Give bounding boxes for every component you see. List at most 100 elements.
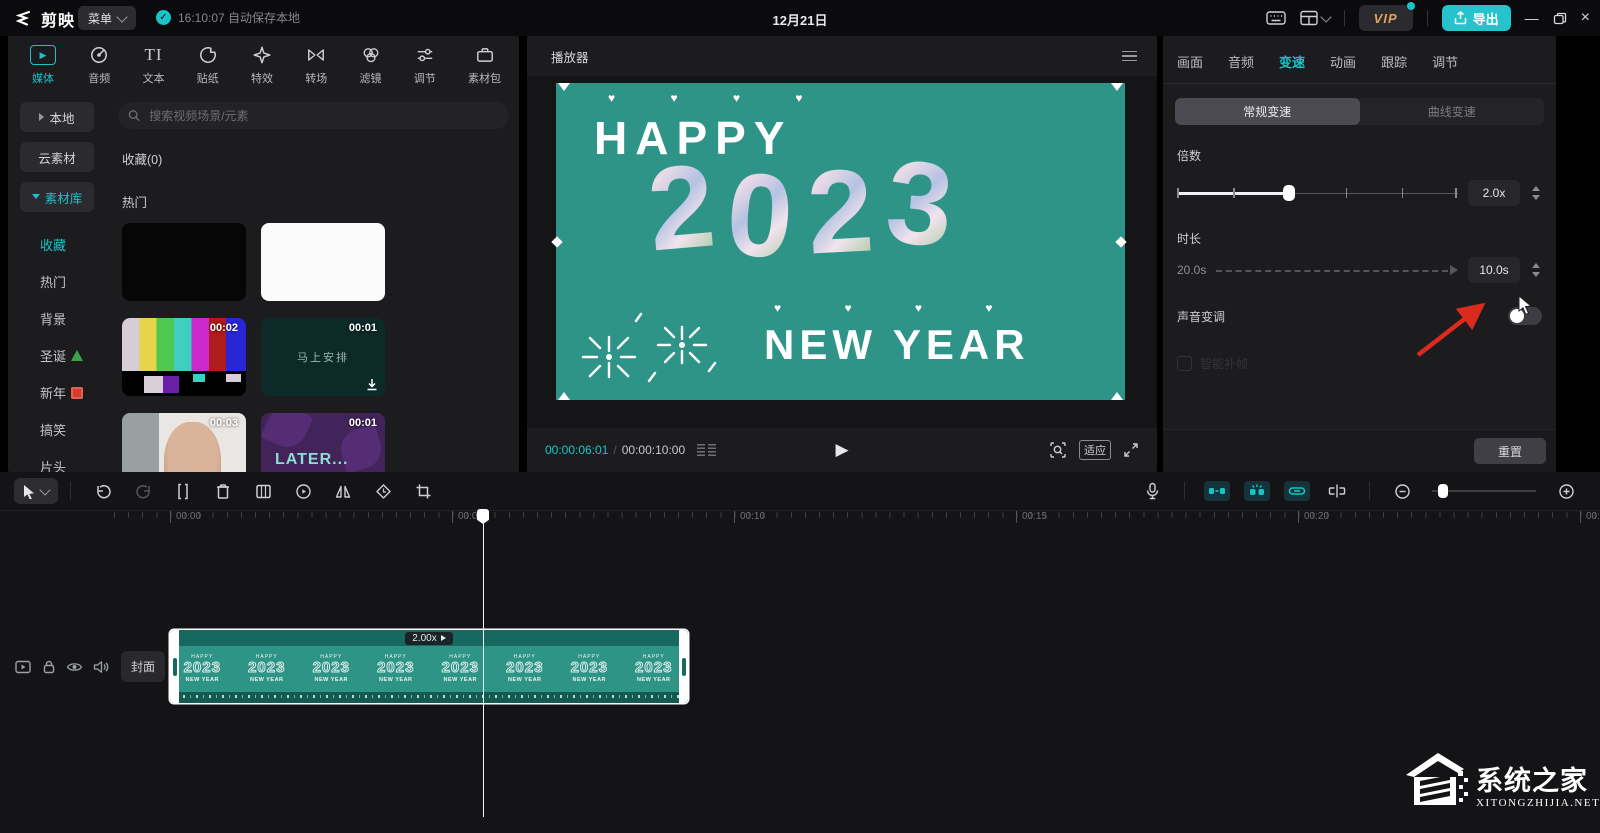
- watermark-logo-icon: [1398, 747, 1470, 809]
- preview-text-newyear: NEW YEAR: [764, 321, 1030, 369]
- restore-window-button[interactable]: [1553, 12, 1567, 25]
- menu-button[interactable]: 菜单: [78, 6, 136, 30]
- tab-text[interactable]: TI 文本: [143, 44, 165, 86]
- download-icon[interactable]: [366, 378, 378, 391]
- duration-label: 时长: [1177, 230, 1556, 247]
- timeline-zoom-slider[interactable]: [1432, 484, 1536, 498]
- player-menu-icon[interactable]: [1122, 51, 1137, 62]
- tab-filters[interactable]: 滤镜: [360, 44, 382, 86]
- speed-stepper[interactable]: [1530, 186, 1542, 200]
- speed-value[interactable]: 2.0x: [1468, 180, 1520, 206]
- tab-sticker[interactable]: 贴纸: [197, 44, 219, 86]
- zoom-out-icon[interactable]: [1393, 482, 1411, 500]
- cover-button[interactable]: 封面: [121, 651, 165, 682]
- mute-track-icon[interactable]: [92, 658, 109, 675]
- tab-animation[interactable]: 动画: [1330, 52, 1356, 71]
- speed-slider[interactable]: [1177, 185, 1458, 201]
- sidebar-item-background[interactable]: 背景: [8, 300, 112, 337]
- zoom-slider-handle[interactable]: [1438, 484, 1448, 498]
- sidebar-item-local[interactable]: 本地: [20, 102, 94, 132]
- sidebar-item-intro[interactable]: 片头: [8, 448, 112, 472]
- material-thumbnail-schedule[interactable]: 马上安排 00:01: [261, 318, 385, 396]
- minimize-button[interactable]: —: [1525, 10, 1539, 26]
- material-thumbnail-face[interactable]: 00:03: [122, 413, 246, 472]
- clip-trim-handle-left[interactable]: [170, 630, 179, 703]
- search-bar[interactable]: [118, 102, 509, 129]
- tab-effects[interactable]: 特效: [251, 44, 273, 86]
- delete-button[interactable]: [214, 482, 232, 500]
- search-input[interactable]: [147, 108, 499, 124]
- freeze-frame-button[interactable]: [254, 482, 272, 500]
- selection-handle[interactable]: [558, 83, 570, 91]
- link-preview-toggle[interactable]: [1284, 481, 1310, 501]
- tab-speed[interactable]: 变速: [1279, 52, 1305, 71]
- close-button[interactable]: ×: [1581, 9, 1590, 27]
- preview-axis-toggle[interactable]: [1328, 482, 1346, 500]
- timeline-ruler[interactable]: [114, 512, 1600, 518]
- crop-button[interactable]: [414, 482, 432, 500]
- zoom-in-icon[interactable]: [1557, 482, 1575, 500]
- tab-transition[interactable]: 转场: [305, 44, 327, 86]
- tab-audio[interactable]: 音频: [88, 44, 110, 86]
- hide-track-icon[interactable]: [66, 658, 83, 675]
- reverse-button[interactable]: [294, 482, 312, 500]
- tab-audio-settings[interactable]: 音频: [1228, 52, 1254, 71]
- clip-trim-handle-right[interactable]: [679, 630, 688, 703]
- lock-track-icon[interactable]: [40, 658, 57, 675]
- sidebar-item-hot[interactable]: 热门: [8, 263, 112, 300]
- sidebar-item-christmas[interactable]: 圣诞: [8, 337, 112, 374]
- auto-snap-toggle[interactable]: [1244, 481, 1270, 501]
- speed-slider-handle[interactable]: [1283, 185, 1295, 201]
- normal-speed-segment[interactable]: 常规变速: [1175, 98, 1360, 125]
- material-thumbnail-white[interactable]: [261, 223, 385, 301]
- sidebar-item-newyear[interactable]: 新年: [8, 374, 112, 411]
- split-button[interactable]: [174, 482, 192, 500]
- chevron-down-icon: [1320, 11, 1331, 22]
- video-clip[interactable]: 2.00x HAPPY2023NEW YEAR HAPPY2023NEW YEA…: [170, 630, 688, 703]
- magnetic-snap-toggle[interactable]: [1204, 481, 1230, 501]
- redo-button[interactable]: [134, 482, 152, 500]
- material-thumbnail-black[interactable]: [122, 223, 246, 301]
- tab-media[interactable]: ▶ 媒体: [30, 44, 56, 86]
- rotate-button[interactable]: [374, 482, 392, 500]
- undo-button[interactable]: [94, 482, 112, 500]
- tab-template-pack[interactable]: 素材包: [468, 44, 501, 86]
- selection-handle[interactable]: [1111, 392, 1123, 400]
- selection-handle[interactable]: [1111, 83, 1123, 91]
- track-overlay-icon[interactable]: [14, 658, 31, 675]
- duration-stepper[interactable]: [1530, 263, 1542, 277]
- shortcut-keyboard-icon[interactable]: [1266, 10, 1286, 26]
- player-panel: 播放器 ♥ ♥ ♥ ♥ HAPPY 2023 ♥ ♥ ♥ ♥ NEW YEAR: [527, 36, 1157, 472]
- fullscreen-icon[interactable]: [1123, 442, 1139, 458]
- preview-canvas[interactable]: ♥ ♥ ♥ ♥ HAPPY 2023 ♥ ♥ ♥ ♥ NEW YEAR: [556, 83, 1125, 400]
- christmas-tree-icon: [71, 350, 83, 361]
- sidebar-item-favorites[interactable]: 收藏: [8, 226, 112, 263]
- selection-handle[interactable]: [558, 392, 570, 400]
- duration-value[interactable]: 10.0s: [1468, 257, 1520, 283]
- sidebar-item-funny[interactable]: 搞笑: [8, 411, 112, 448]
- tab-adjust[interactable]: 调节: [414, 44, 436, 86]
- fit-button[interactable]: 适应: [1079, 440, 1111, 460]
- hearts-decoration: ♥ ♥ ♥ ♥: [608, 91, 829, 105]
- sidebar-item-library[interactable]: 素材库: [20, 182, 94, 212]
- material-thumbnail-colorbars[interactable]: 00:02: [122, 318, 246, 396]
- export-button[interactable]: 导出: [1442, 5, 1511, 31]
- vip-button[interactable]: VIP: [1359, 5, 1413, 31]
- speed-badge[interactable]: 2.00x: [405, 632, 452, 645]
- tab-picture[interactable]: 画面: [1177, 52, 1203, 71]
- play-button[interactable]: ▶: [835, 440, 848, 460]
- select-tool-button[interactable]: [14, 478, 58, 504]
- playhead-line[interactable]: [483, 510, 484, 817]
- tab-tracking[interactable]: 跟踪: [1381, 52, 1407, 71]
- material-thumbnail-later[interactable]: LATER... 00:01: [261, 413, 385, 472]
- sidebar-item-cloud[interactable]: 云素材: [20, 142, 94, 172]
- curve-speed-segment[interactable]: 曲线变速: [1360, 98, 1545, 125]
- tab-adjustment[interactable]: 调节: [1432, 52, 1458, 71]
- mirror-button[interactable]: [334, 482, 352, 500]
- reset-button[interactable]: 重置: [1474, 438, 1546, 464]
- capcut-logo-icon: [14, 9, 34, 29]
- preview-quality-icon[interactable]: [1049, 441, 1067, 459]
- layout-switch-icon[interactable]: [1300, 10, 1330, 26]
- frame-view-icon[interactable]: [697, 444, 716, 456]
- record-voiceover-button[interactable]: [1143, 482, 1161, 500]
